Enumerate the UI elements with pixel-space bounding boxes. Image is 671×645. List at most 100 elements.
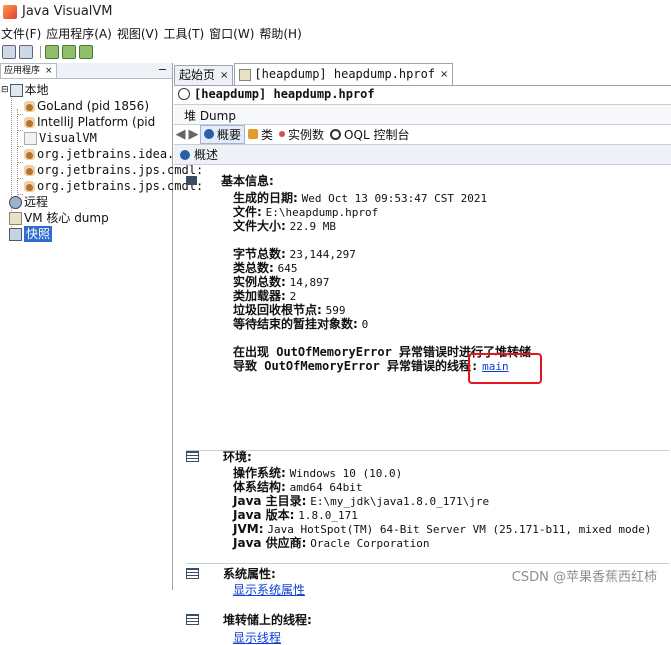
tab-label: [heapdump] heapdump.hprof — [254, 67, 436, 81]
instances-button[interactable]: 实例数 — [276, 126, 327, 143]
java-app-icon — [24, 164, 35, 176]
jvm-row: JVM: Java HotSpot(TM) 64-Bit Server VM (… — [233, 522, 652, 536]
show-system-properties-row: 显示系统属性 — [233, 583, 305, 597]
computer-icon — [9, 83, 23, 97]
remote-host-icon — [9, 195, 22, 209]
toolbar — [0, 43, 671, 60]
info-icon — [204, 129, 214, 139]
tab-applications[interactable]: 应用程序 × — [0, 63, 57, 78]
section-title: 环境: — [223, 450, 252, 464]
tree-node-vm-core-dump[interactable]: VM 核心 dump — [9, 210, 109, 226]
tree-node-intellij[interactable]: IntelliJ Platform (pid — [24, 114, 155, 130]
show-threads-row: 显示线程 — [233, 631, 281, 645]
menu-help[interactable]: 帮助(H) — [258, 25, 301, 42]
java-app-icon — [24, 148, 35, 160]
tab-start-page[interactable]: 起始页 × — [174, 65, 234, 85]
load-heapdump-icon[interactable] — [79, 44, 93, 59]
tab-heapdump[interactable]: [heapdump] heapdump.hprof × — [234, 63, 454, 85]
dump-date-row: 生成的日期: Wed Oct 13 09:53:47 CST 2021 — [233, 191, 488, 205]
summary-button[interactable]: 概要 — [200, 124, 246, 144]
menu-file[interactable]: 文件(F) — [0, 25, 41, 42]
threads-section[interactable]: 堆转储上的线程: — [186, 611, 312, 628]
classes-button[interactable]: 类 — [245, 126, 276, 143]
section-title: 系统属性: — [223, 567, 276, 581]
overview-header: 概述 — [174, 145, 671, 165]
snapshot-icon — [9, 227, 22, 241]
menu-bar: 文件(F) 应用程序(A) 视图(V) 工具(T) 窗口(W) 帮助(H) — [0, 23, 671, 43]
pending-finalization-row: 等待结束的暂挂对象数: 0 — [233, 317, 369, 331]
applications-panel: 应用程序 × − ⊟ 本地 GoLand (pid 1856) IntelliJ … — [0, 63, 203, 590]
window-title: Java VisualVM — [22, 4, 113, 19]
highlight-box — [468, 353, 542, 384]
java-version-row: Java 版本: 1.8.0_171 — [233, 508, 358, 522]
summary-label: 概要 — [217, 127, 242, 142]
classloaders-row: 类加载器: 2 — [233, 289, 297, 303]
main-panel: 起始页 × [heapdump] heapdump.hprof × [heapdum… — [174, 63, 671, 645]
tab-label: 起始页 — [179, 68, 216, 82]
add-core-dump-icon[interactable] — [45, 44, 59, 59]
minimize-icon[interactable]: − — [158, 63, 167, 76]
tree-node-label: 快照 — [24, 226, 53, 242]
title-bar: Java VisualVM — [0, 0, 671, 23]
back-arrow-icon[interactable]: ◀ — [174, 127, 187, 142]
tree-node-local[interactable]: ⊟ 本地 — [1, 82, 49, 98]
close-icon[interactable]: × — [220, 66, 228, 85]
oql-icon — [330, 128, 342, 140]
heapdump-title: [heapdump] heapdump.hprof — [178, 87, 375, 101]
instances-label: 实例数 — [288, 127, 325, 142]
tab-applications-label: 应用程序 — [4, 66, 41, 76]
show-threads-link[interactable]: 显示线程 — [233, 631, 281, 645]
visualvm-icon — [24, 131, 37, 145]
forward-arrow-icon[interactable]: ▶ — [187, 127, 200, 142]
section-title: 堆转储上的线程: — [223, 613, 312, 627]
section-title: 基本信息: — [221, 174, 274, 188]
instances-icon — [279, 131, 286, 137]
tree-node-visualvm[interactable]: VisualVM — [24, 130, 97, 146]
heapdump-title-text: [heapdump] heapdump.hprof — [194, 87, 375, 101]
toolbar-separator — [40, 45, 41, 58]
add-remote-host-icon[interactable] — [19, 44, 33, 59]
basic-info-section[interactable]: 基本信息: — [186, 172, 274, 189]
oql-console-button[interactable]: OQL 控制台 — [327, 126, 412, 143]
section-collapse-icon[interactable] — [186, 451, 199, 462]
oql-label: OQL 控制台 — [344, 127, 410, 142]
info-icon — [178, 88, 190, 100]
java-app-icon — [24, 116, 35, 128]
java-home-row: Java 主目录: E:\my_jdk\java1.8.0_171\jre — [233, 494, 490, 508]
tree-node-snapshots[interactable]: 快照 — [9, 226, 53, 242]
menu-tools[interactable]: 工具(T) — [162, 25, 204, 42]
document-tabbar: 起始页 × [heapdump] heapdump.hprof × — [174, 63, 671, 86]
menu-applications[interactable]: 应用程序(A) — [45, 25, 112, 42]
gc-roots-row: 垃圾回收根节点: 599 — [233, 303, 346, 317]
os-row: 操作系统: Windows 10 (10.0) — [233, 466, 403, 480]
heap-dump-label: 堆 Dump — [184, 109, 236, 123]
tree-node-label: IntelliJ Platform (pid — [37, 115, 156, 129]
environment-section[interactable]: 环境: — [186, 448, 252, 465]
menu-window[interactable]: 窗口(W) — [208, 25, 254, 42]
file-row: 文件: E:\heapdump.hprof — [233, 205, 379, 219]
section-collapse-icon[interactable] — [186, 176, 197, 185]
section-collapse-icon[interactable] — [186, 614, 199, 625]
applications-panel-tabbar: 应用程序 × − — [0, 63, 172, 79]
heapdump-icon — [239, 68, 252, 81]
show-system-properties-link[interactable]: 显示系统属性 — [233, 583, 305, 597]
tree-node-goland[interactable]: GoLand (pid 1856) — [24, 98, 149, 114]
add-jmx-icon[interactable] — [2, 44, 16, 59]
core-dump-icon — [9, 211, 22, 225]
heap-dump-header: 堆 Dump — [174, 104, 671, 125]
close-icon[interactable]: × — [440, 64, 448, 85]
system-properties-section[interactable]: 系统属性: — [186, 565, 276, 582]
collapse-icon[interactable]: ⊟ — [1, 82, 9, 98]
total-classes-row: 类总数: 645 — [233, 261, 298, 275]
java-vendor-row: Java 供应商: Oracle Corporation — [233, 536, 430, 550]
menu-view[interactable]: 视图(V) — [116, 25, 159, 42]
close-icon[interactable]: × — [45, 66, 53, 76]
tree-node-remote[interactable]: 远程 — [9, 194, 48, 210]
info-icon — [180, 149, 190, 160]
watermark: CSDN @苹果香蕉西红柿 — [511, 570, 657, 585]
tree-node-label: VisualVM — [39, 131, 97, 145]
section-collapse-icon[interactable] — [186, 568, 199, 579]
tree-node-label: VM 核心 dump — [24, 211, 109, 225]
tree-node-label: 本地 — [24, 83, 49, 97]
load-snapshot-icon[interactable] — [62, 44, 76, 59]
